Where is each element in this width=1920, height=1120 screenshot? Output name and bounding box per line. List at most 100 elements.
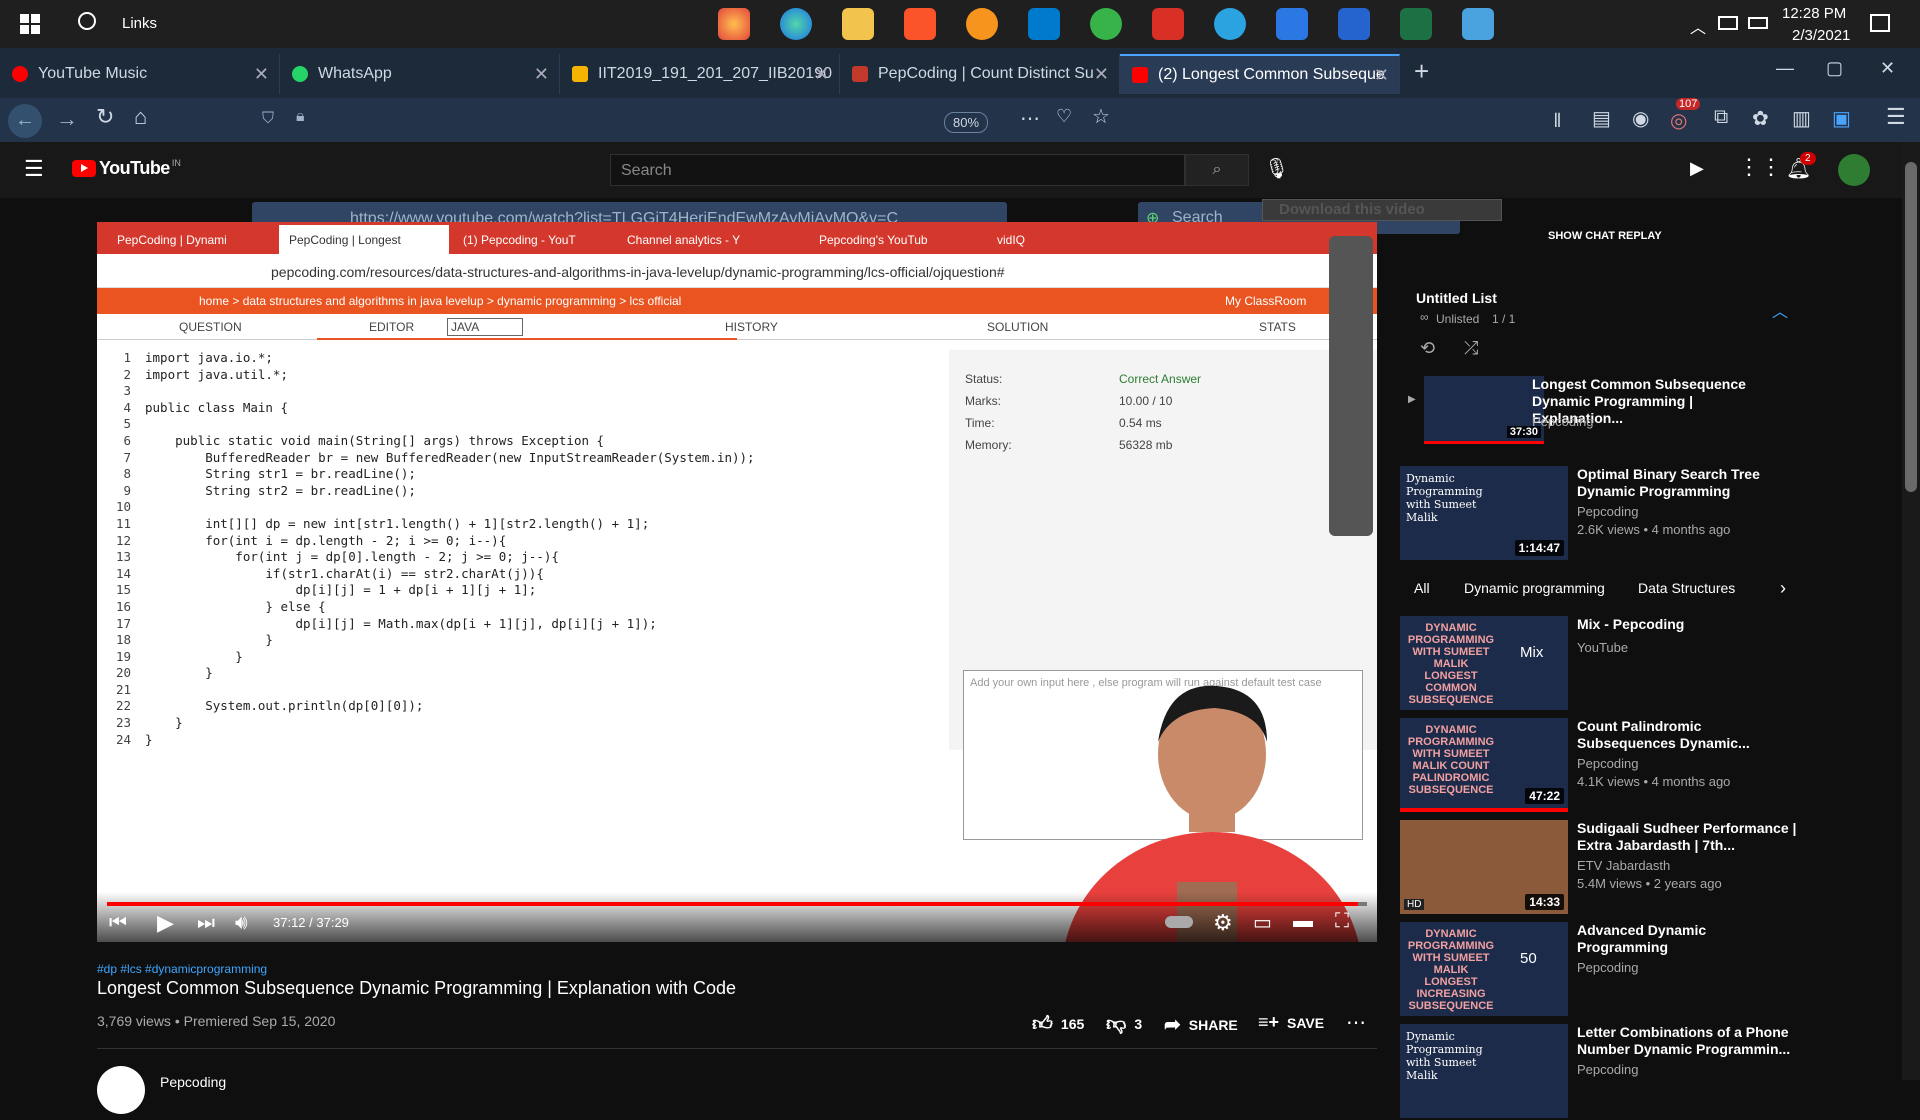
page-actions-icon[interactable]: ⋯ [1020,106,1040,131]
chip-dynamic-programming[interactable]: Dynamic programming [1464,580,1605,596]
channel-name[interactable]: Pepcoding [1577,1062,1638,1077]
apps-grid-icon[interactable]: ⋮⋮ [1738,154,1782,180]
hamburger-menu-icon[interactable]: ☰ [24,156,44,182]
collapse-icon[interactable]: ︿ [1772,298,1788,322]
youtube-logo[interactable]: YouTube IN [72,158,181,179]
bookmark-star-icon[interactable]: ☆ [1092,104,1110,129]
list-item[interactable]: DYNAMIC PROGRAMMING WITH SUMEET MALIK LO… [1400,922,1900,1018]
loop-icon[interactable]: ⟲ [1420,338,1435,359]
show-chat-replay-button[interactable]: SHOW CHAT REPLAY [1548,230,1662,242]
close-icon[interactable]: ✕ [534,64,549,85]
more-actions-icon[interactable]: ⋯ [1346,1010,1366,1035]
taskbar-search-icon[interactable] [78,12,96,30]
telegram-icon[interactable] [1090,8,1122,40]
fullscreen-icon[interactable]: ⛶ [1335,910,1349,933]
close-icon[interactable]: ✕ [1094,64,1109,85]
extension-4-icon[interactable]: ▥ [1792,106,1811,131]
taskbar-date[interactable]: 2/3/2021 [1792,27,1850,44]
excel-icon[interactable] [1400,8,1432,40]
sidebar-icon[interactable]: ▤ [1592,106,1611,131]
extension-icon[interactable]: ◎ [1670,108,1687,133]
play-icon[interactable]: ▶ [157,910,174,936]
close-icon[interactable]: ✕ [1374,65,1389,86]
word-icon[interactable] [1276,8,1308,40]
close-icon[interactable]: ✕ [254,64,269,85]
channel-name[interactable]: Pepcoding [1577,504,1638,519]
todo-icon[interactable] [1338,8,1370,40]
extension-5-icon[interactable]: ▣ [1832,106,1851,131]
video-title[interactable]: Sudigaali Sudheer Performance | Extra Ja… [1577,820,1797,854]
taskbar-search-label[interactable]: Links [122,15,157,32]
video-title[interactable]: Mix - Pepcoding [1577,616,1797,633]
next-icon[interactable]: ⏭ [197,912,215,935]
back-icon[interactable]: ← [8,104,42,138]
vscode-icon[interactable] [1028,8,1060,40]
create-video-icon[interactable]: ▶︎ [1690,158,1704,179]
channel-name[interactable]: YouTube [1577,640,1628,655]
minimize-icon[interactable]: — [1776,58,1794,79]
video-player[interactable]: PepCoding | Dynami PepCoding | Longest (… [97,222,1377,942]
scrollbar[interactable] [1902,142,1920,1080]
close-icon[interactable]: ✕ [814,64,829,85]
tab-youtube-music[interactable]: YouTube Music ✕ [0,54,280,94]
video-thumbnail[interactable]: Dynamic Programming with Sumeet Malik [1400,1024,1568,1118]
youtube-search-input[interactable]: Search [610,154,1185,186]
share-button[interactable]: ➦ SHARE [1164,1012,1238,1037]
gmail-icon[interactable] [1152,8,1184,40]
menu-icon[interactable]: ☰ [1886,104,1906,130]
video-title[interactable]: Advanced Dynamic Programming [1577,922,1797,956]
tab-pepcoding[interactable]: PepCoding | Count Distinct Su ✕ [840,54,1120,94]
list-item[interactable]: HD 14:33 Sudigaali Sudheer Performance | … [1400,820,1900,916]
app-c-icon[interactable] [966,8,998,40]
channel-name[interactable]: Pepcoding [1577,960,1638,975]
video-thumbnail[interactable]: Dynamic Programming with Sumeet Malik 1:1… [1400,466,1568,560]
forward-icon[interactable]: → [56,106,78,132]
dislike-button[interactable]: 👎︎ 3 [1106,1012,1142,1036]
pocket-icon[interactable]: ♡ [1056,106,1072,127]
avatar[interactable] [1838,154,1870,186]
chip-data-structures[interactable]: Data Structures [1638,580,1735,596]
list-item[interactable]: Dynamic Programming with Sumeet Malik Le… [1400,1024,1900,1120]
list-item[interactable]: DYNAMIC PROGRAMMING WITH SUMEET MALIK CO… [1400,718,1900,814]
windows-start-icon[interactable] [20,14,40,34]
video-thumbnail[interactable]: HD 14:33 [1400,820,1568,914]
network-icon[interactable] [1718,16,1738,30]
extension-2-icon[interactable]: ⧉ [1714,106,1728,129]
channel-avatar[interactable] [97,1066,145,1114]
firefox-icon[interactable] [718,8,750,40]
list-item[interactable]: DYNAMIC PROGRAMMING WITH SUMEET MALIK LO… [1400,616,1900,712]
account-icon[interactable]: ◉ [1632,106,1649,131]
tab-youtube-active[interactable]: (2) Longest Common Subseque ✕ [1120,54,1400,94]
photos-icon[interactable] [1462,8,1494,40]
like-button[interactable]: 👍︎ 165 [1032,1012,1084,1036]
home-icon[interactable]: ⌂ [134,104,147,130]
shield-icon[interactable]: ⛉ [262,110,274,128]
video-title[interactable]: Letter Combinations of a Phone Number Dy… [1577,1024,1797,1058]
battery-icon[interactable] [1748,17,1768,29]
edge-icon[interactable] [780,8,812,40]
scrollbar-thumb[interactable] [1905,162,1917,492]
zoom-level[interactable]: 80% [944,112,989,133]
youtube-search-button[interactable]: ⌕ [1185,154,1249,186]
brave-icon[interactable] [904,8,936,40]
library-icon[interactable]: 𝍪 [1554,106,1561,140]
video-thumbnail[interactable]: DYNAMIC PROGRAMMING WITH SUMEET MALIK LO… [1400,616,1568,710]
notifications-icon[interactable] [1870,14,1890,32]
volume-icon[interactable]: 🔊︎ [235,912,248,935]
video-hashtags[interactable]: #dp #lcs #dynamicprogramming [97,962,267,976]
playlist-title[interactable]: Untitled List [1416,290,1497,306]
video-thumbnail[interactable]: DYNAMIC PROGRAMMING WITH SUMEET MALIK LO… [1400,922,1568,1016]
settings-gear-icon[interactable]: ⚙ [1213,910,1233,936]
lock-icon[interactable]: 🔒︎ [296,108,305,126]
miniplayer-icon[interactable]: ▭ [1253,910,1272,935]
video-title[interactable]: Optimal Binary Search Tree Dynamic Progr… [1577,466,1797,500]
window-close-icon[interactable]: ✕ [1880,58,1895,79]
taskbar-time[interactable]: 12:28 PM [1782,5,1846,22]
video-progress-bar[interactable] [107,902,1367,906]
chip-all[interactable]: All [1414,580,1430,596]
channel-name[interactable]: Pepcoding [1577,756,1638,771]
new-tab-icon[interactable]: + [1414,56,1429,87]
prev-icon[interactable]: ⏮ [109,912,127,935]
channel-name[interactable]: ETV Jabardasth [1577,858,1670,873]
reload-icon[interactable]: ↻ [96,104,114,130]
